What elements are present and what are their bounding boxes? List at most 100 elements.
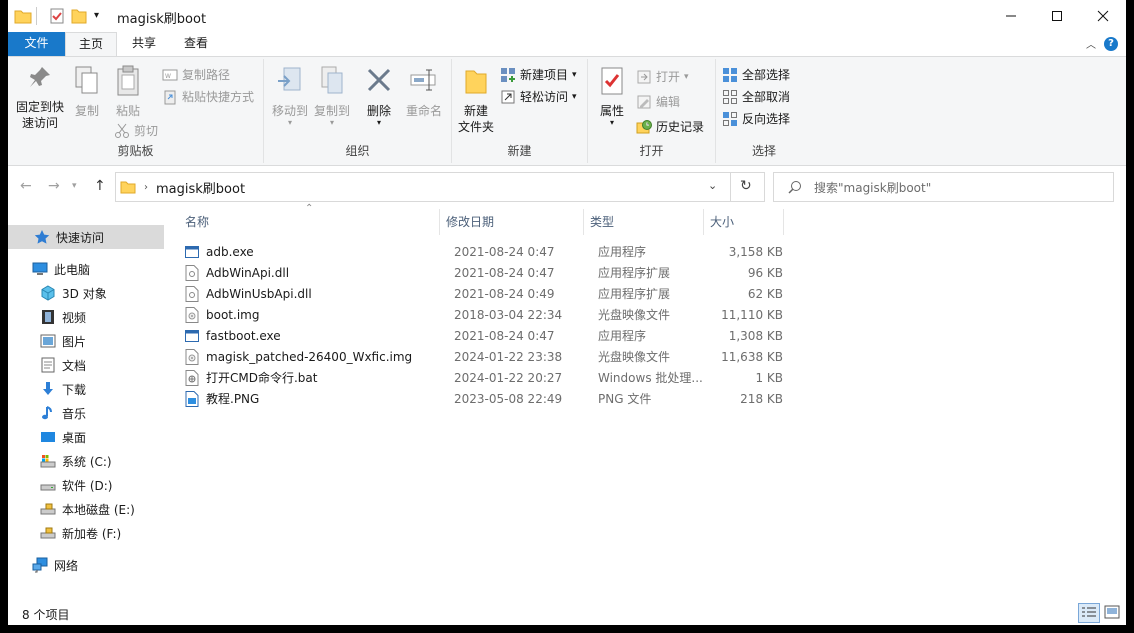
file-name-cell[interactable]: 打开CMD命令行.bat <box>185 369 447 386</box>
cut-button[interactable]: 剪切 <box>114 121 158 141</box>
nav-item-documents[interactable]: 文档 <box>8 353 164 377</box>
file-name-cell[interactable]: fastboot.exe <box>185 328 447 344</box>
help-icon[interactable]: ? <box>1104 37 1118 51</box>
file-name-cell[interactable]: AdbWinUsbApi.dll <box>185 285 447 302</box>
up-arrow-icon[interactable]: ↑ <box>94 178 106 194</box>
nav-item-drive-f[interactable]: 新加卷 (F:) <box>8 521 164 545</box>
collapse-ribbon-icon[interactable]: ︿ <box>1086 36 1096 51</box>
open-group: 属性 ▾ 打开 ▾ 编辑 历史记录 打开 <box>588 59 716 163</box>
select-none-label: 全部取消 <box>742 90 791 104</box>
back-arrow-icon[interactable]: ← <box>20 178 32 194</box>
paste-shortcut-button[interactable]: 粘贴快捷方式 <box>162 87 254 107</box>
move-to-button[interactable]: 移动到 ▾ <box>270 65 310 127</box>
nav-label: 3D 对象 <box>62 286 107 301</box>
customize-quick-access-icon[interactable]: ▾ <box>94 7 99 25</box>
table-row[interactable]: fastboot.exe 2021-08-24 0:47 应用程序 1,308 KB <box>185 325 945 346</box>
close-button[interactable] <box>1080 0 1126 32</box>
nav-item-drive-d[interactable]: 软件 (D:) <box>8 473 164 497</box>
file-name-cell[interactable]: boot.img <box>185 306 447 323</box>
file-size: 11,638 KB <box>721 349 783 364</box>
nav-item-3d-objects[interactable]: 3D 对象 <box>8 281 164 305</box>
history-button[interactable]: 历史记录 <box>636 117 704 137</box>
minimize-button[interactable] <box>988 0 1034 32</box>
nav-item-downloads[interactable]: 下载 <box>8 377 164 401</box>
tab-home[interactable]: 主页 <box>65 32 117 57</box>
copy-path-button[interactable]: W 复制路径 <box>162 65 230 85</box>
paste-shortcut-label: 粘贴快捷方式 <box>182 90 255 104</box>
new-folder-label-1: 新建 <box>463 104 488 118</box>
copy-button[interactable]: 复制 <box>70 65 104 119</box>
star-icon <box>34 230 50 244</box>
nav-item-drive-c[interactable]: 系统 (C:) <box>8 449 164 473</box>
recent-locations-icon[interactable]: ▾ <box>72 181 77 191</box>
breadcrumb-path[interactable]: magisk刷boot <box>156 178 245 197</box>
file-name-cell[interactable]: 教程.PNG <box>185 390 447 407</box>
move-to-icon <box>278 67 301 91</box>
file-name-cell[interactable]: AdbWinApi.dll <box>185 264 447 281</box>
edit-button[interactable]: 编辑 <box>636 92 680 112</box>
file-date: 2024-01-22 23:38 <box>454 349 563 364</box>
paste-button[interactable]: 粘贴 <box>108 65 148 119</box>
column-header-date[interactable]: 修改日期 <box>440 209 584 235</box>
tab-file[interactable]: 文件 <box>8 32 65 56</box>
nav-item-quick-access[interactable]: 快速访问 <box>8 225 164 249</box>
properties-button[interactable]: 属性 ▾ <box>594 65 630 127</box>
delete-button[interactable]: 删除 ▾ <box>364 65 394 127</box>
open-group-label: 打开 <box>639 144 664 158</box>
nav-item-desktop[interactable]: 桌面 <box>8 425 164 449</box>
file-name-cell[interactable]: magisk_patched-26400_Wxfic.img <box>185 348 447 365</box>
folder-icon <box>120 181 136 194</box>
large-icons-view-icon <box>1104 605 1120 619</box>
organize-group: 移动到 ▾ 复制到 ▾ 删除 ▾ 重命名 组织 <box>264 59 452 163</box>
details-view-button[interactable] <box>1078 603 1100 623</box>
refresh-icon[interactable]: ↻ <box>740 178 752 194</box>
new-folder-quick-icon[interactable] <box>70 7 88 25</box>
copy-to-icon <box>321 66 343 94</box>
table-row[interactable]: AdbWinApi.dll 2021-08-24 0:47 应用程序扩展 96 KB <box>185 262 945 283</box>
nav-label: 下载 <box>62 382 87 397</box>
address-bar[interactable]: › magisk刷boot ⌄ ↻ <box>115 172 765 202</box>
pin-label-1: 固定到快 <box>15 100 64 114</box>
maximize-button[interactable] <box>1034 0 1080 32</box>
nav-item-videos[interactable]: 视频 <box>8 305 164 329</box>
tab-view[interactable]: 查看 <box>171 32 221 56</box>
column-header-size[interactable]: 大小 <box>704 209 784 235</box>
nav-item-drive-e[interactable]: 本地磁盘 (E:) <box>8 497 164 521</box>
table-row[interactable]: 打开CMD命令行.bat 2024-01-22 20:27 Windows 批处理.… <box>185 367 945 388</box>
copy-label: 复制 <box>74 104 99 118</box>
table-row[interactable]: boot.img 2018-03-04 22:34 光盘映像文件 11,110 KB <box>185 304 945 325</box>
properties-check-icon[interactable] <box>48 7 66 25</box>
move-to-dropdown-icon: ▾ <box>287 118 292 127</box>
nav-item-network[interactable]: 网络 <box>8 553 164 577</box>
nav-label: 本地磁盘 (E:) <box>62 502 135 517</box>
table-row[interactable]: 教程.PNG 2023-05-08 22:49 PNG 文件 218 KB <box>185 388 945 409</box>
easy-access-button[interactable]: 轻松访问 ▾ <box>500 87 577 107</box>
table-row[interactable]: adb.exe 2021-08-24 0:47 应用程序 3,158 KB <box>185 241 945 262</box>
pin-quick-access-button[interactable]: 固定到快 速访问 <box>14 65 66 131</box>
table-row[interactable]: magisk_patched-26400_Wxfic.img 2024-01-22… <box>185 346 945 367</box>
column-header-name[interactable]: 名称 <box>168 209 440 235</box>
new-item-button[interactable]: 新建项目 ▾ <box>500 65 577 85</box>
file-name: boot.img <box>206 307 260 322</box>
invert-selection-button[interactable]: 反向选择 <box>722 109 790 129</box>
rename-button[interactable]: 重命名 <box>402 65 446 119</box>
nav-item-music[interactable]: 音乐 <box>8 401 164 425</box>
select-all-label: 全部选择 <box>742 68 791 82</box>
file-type: 光盘映像文件 <box>598 308 671 322</box>
dll-icon <box>185 285 206 302</box>
large-icons-view-button[interactable] <box>1102 603 1124 623</box>
nav-item-pictures[interactable]: 图片 <box>8 329 164 353</box>
copy-to-button[interactable]: 复制到 ▾ <box>312 65 352 127</box>
table-row[interactable]: AdbWinUsbApi.dll 2021-08-24 0:49 应用程序扩展 62 … <box>185 283 945 304</box>
search-box[interactable]: 搜索"magisk刷boot" <box>773 172 1114 202</box>
new-folder-button[interactable]: 新建 文件夹 <box>456 65 496 135</box>
open-button[interactable]: 打开 ▾ <box>636 67 689 87</box>
nav-item-this-pc[interactable]: 此电脑 <box>8 257 164 281</box>
forward-arrow-icon[interactable]: → <box>48 178 60 194</box>
select-all-button[interactable]: 全部选择 <box>722 65 790 85</box>
address-dropdown-icon[interactable]: ⌄ <box>708 179 717 192</box>
tab-share[interactable]: 共享 <box>119 32 169 56</box>
column-header-type[interactable]: 类型 <box>584 209 704 235</box>
file-name-cell[interactable]: adb.exe <box>185 244 447 260</box>
select-none-button[interactable]: 全部取消 <box>722 87 790 107</box>
